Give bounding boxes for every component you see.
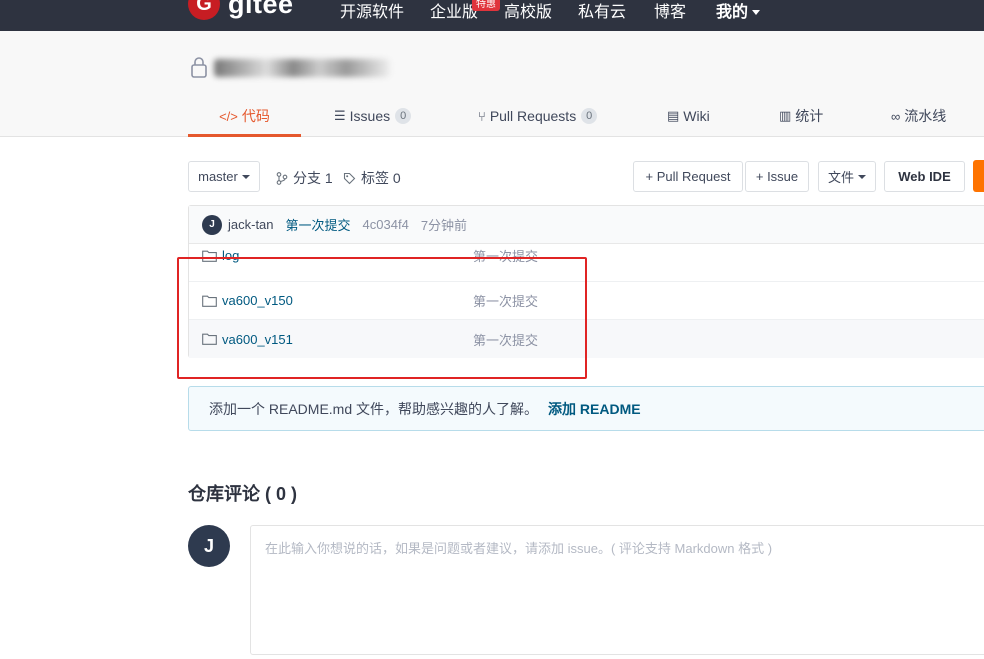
chart-icon: ▥ bbox=[779, 108, 792, 123]
top-navbar: G gitee 开源软件 企业版 特惠 高校版 私有云 博客 我的 bbox=[0, 0, 984, 31]
tab-pull-requests-label: Pull Requests bbox=[489, 108, 577, 124]
lock-icon bbox=[191, 57, 207, 78]
chevron-down-icon bbox=[858, 174, 866, 179]
tags-label: 标签 0 bbox=[361, 170, 401, 186]
commit-sha[interactable]: 4c034f4 bbox=[363, 217, 409, 232]
avatar: J bbox=[188, 525, 230, 567]
chevron-down-icon bbox=[752, 10, 761, 16]
latest-commit-row: J jack-tan 第一次提交 4c034f4 7分钟前 bbox=[189, 206, 984, 244]
gitee-logo-text: gitee bbox=[228, 0, 294, 19]
pull-requests-count-badge: 0 bbox=[581, 108, 598, 124]
readme-notice: 添加一个 README.md 文件，帮助感兴趣的人了解。 添加 README bbox=[188, 386, 984, 431]
nav-open-source[interactable]: 开源软件 bbox=[340, 0, 404, 22]
tab-issues[interactable]: ☰ Issues 0 bbox=[334, 95, 412, 137]
new-issue-button[interactable]: + Issue bbox=[745, 161, 809, 192]
branches-link[interactable]: 分支 1 bbox=[276, 168, 333, 188]
tab-pull-requests[interactable]: ⑂ Pull Requests 0 bbox=[478, 95, 598, 137]
project-header: </> 代码 ☰ Issues 0 ⑂ Pull Requests 0 ▤ Wi… bbox=[0, 31, 984, 137]
nav-university[interactable]: 高校版 bbox=[504, 0, 552, 22]
files-dropdown[interactable]: 文件 bbox=[818, 161, 876, 192]
pull-request-icon: ⑂ bbox=[478, 108, 486, 124]
tags-link[interactable]: 标签 0 bbox=[343, 168, 401, 188]
tab-pipeline-label: 流水线 bbox=[904, 108, 947, 124]
avatar[interactable]: J bbox=[202, 214, 222, 235]
branch-select-label: master bbox=[198, 169, 238, 184]
tab-wiki-label: Wiki bbox=[683, 108, 710, 124]
nav-mine-dropdown[interactable]: 我的 bbox=[716, 0, 761, 22]
tab-code[interactable]: </> 代码 bbox=[188, 95, 301, 137]
gitee-logo[interactable]: G gitee bbox=[188, 0, 294, 20]
gitee-logo-icon: G bbox=[188, 0, 220, 20]
comments-title: 仓库评论 ( 0 ) bbox=[188, 484, 298, 504]
tab-issues-label: Issues bbox=[349, 108, 391, 124]
commit-message[interactable]: 第一次提交 bbox=[286, 215, 351, 234]
code-icon: </> bbox=[219, 108, 238, 124]
nav-mine-label: 我的 bbox=[716, 4, 749, 21]
nav-private-cloud[interactable]: 私有云 bbox=[578, 0, 626, 22]
commit-author[interactable]: jack-tan bbox=[228, 217, 274, 232]
commit-time: 7分钟前 bbox=[420, 218, 468, 233]
tab-stats[interactable]: ▥ 统计 bbox=[779, 95, 823, 137]
files-dropdown-label: 文件 bbox=[827, 170, 854, 185]
branch-select[interactable]: master bbox=[188, 161, 260, 192]
clone-download-button[interactable] bbox=[973, 160, 984, 192]
web-ide-button[interactable]: Web IDE bbox=[884, 161, 965, 192]
branches-label: 分支 1 bbox=[293, 170, 333, 186]
add-readme-link[interactable]: 添加 README bbox=[548, 399, 641, 419]
branch-icon bbox=[276, 171, 288, 185]
new-pull-request-button[interactable]: + Pull Request bbox=[633, 161, 743, 192]
comment-input[interactable] bbox=[251, 526, 984, 654]
readme-notice-text: 添加一个 README.md 文件，帮助感兴趣的人了解。 bbox=[209, 400, 539, 417]
hot-badge: 特惠 bbox=[472, 0, 500, 11]
tab-wiki[interactable]: ▤ Wiki bbox=[667, 95, 710, 137]
tab-stats-label: 统计 bbox=[795, 108, 824, 124]
issues-count-badge: 0 bbox=[395, 108, 412, 124]
wiki-icon: ▤ bbox=[667, 108, 680, 123]
issues-icon: ☰ bbox=[334, 108, 346, 123]
nav-enterprise[interactable]: 企业版 bbox=[430, 0, 478, 22]
chevron-down-icon bbox=[241, 174, 250, 179]
annotation-highlight-box bbox=[177, 257, 587, 379]
pipeline-icon: ∞ bbox=[891, 108, 901, 124]
nav-blog[interactable]: 博客 bbox=[654, 0, 686, 22]
tab-pipeline[interactable]: ∞ 流水线 bbox=[891, 95, 946, 137]
tag-icon bbox=[343, 172, 356, 184]
comment-box bbox=[250, 525, 984, 655]
repo-name-blurred bbox=[214, 59, 390, 77]
tab-code-label: 代码 bbox=[241, 108, 270, 124]
